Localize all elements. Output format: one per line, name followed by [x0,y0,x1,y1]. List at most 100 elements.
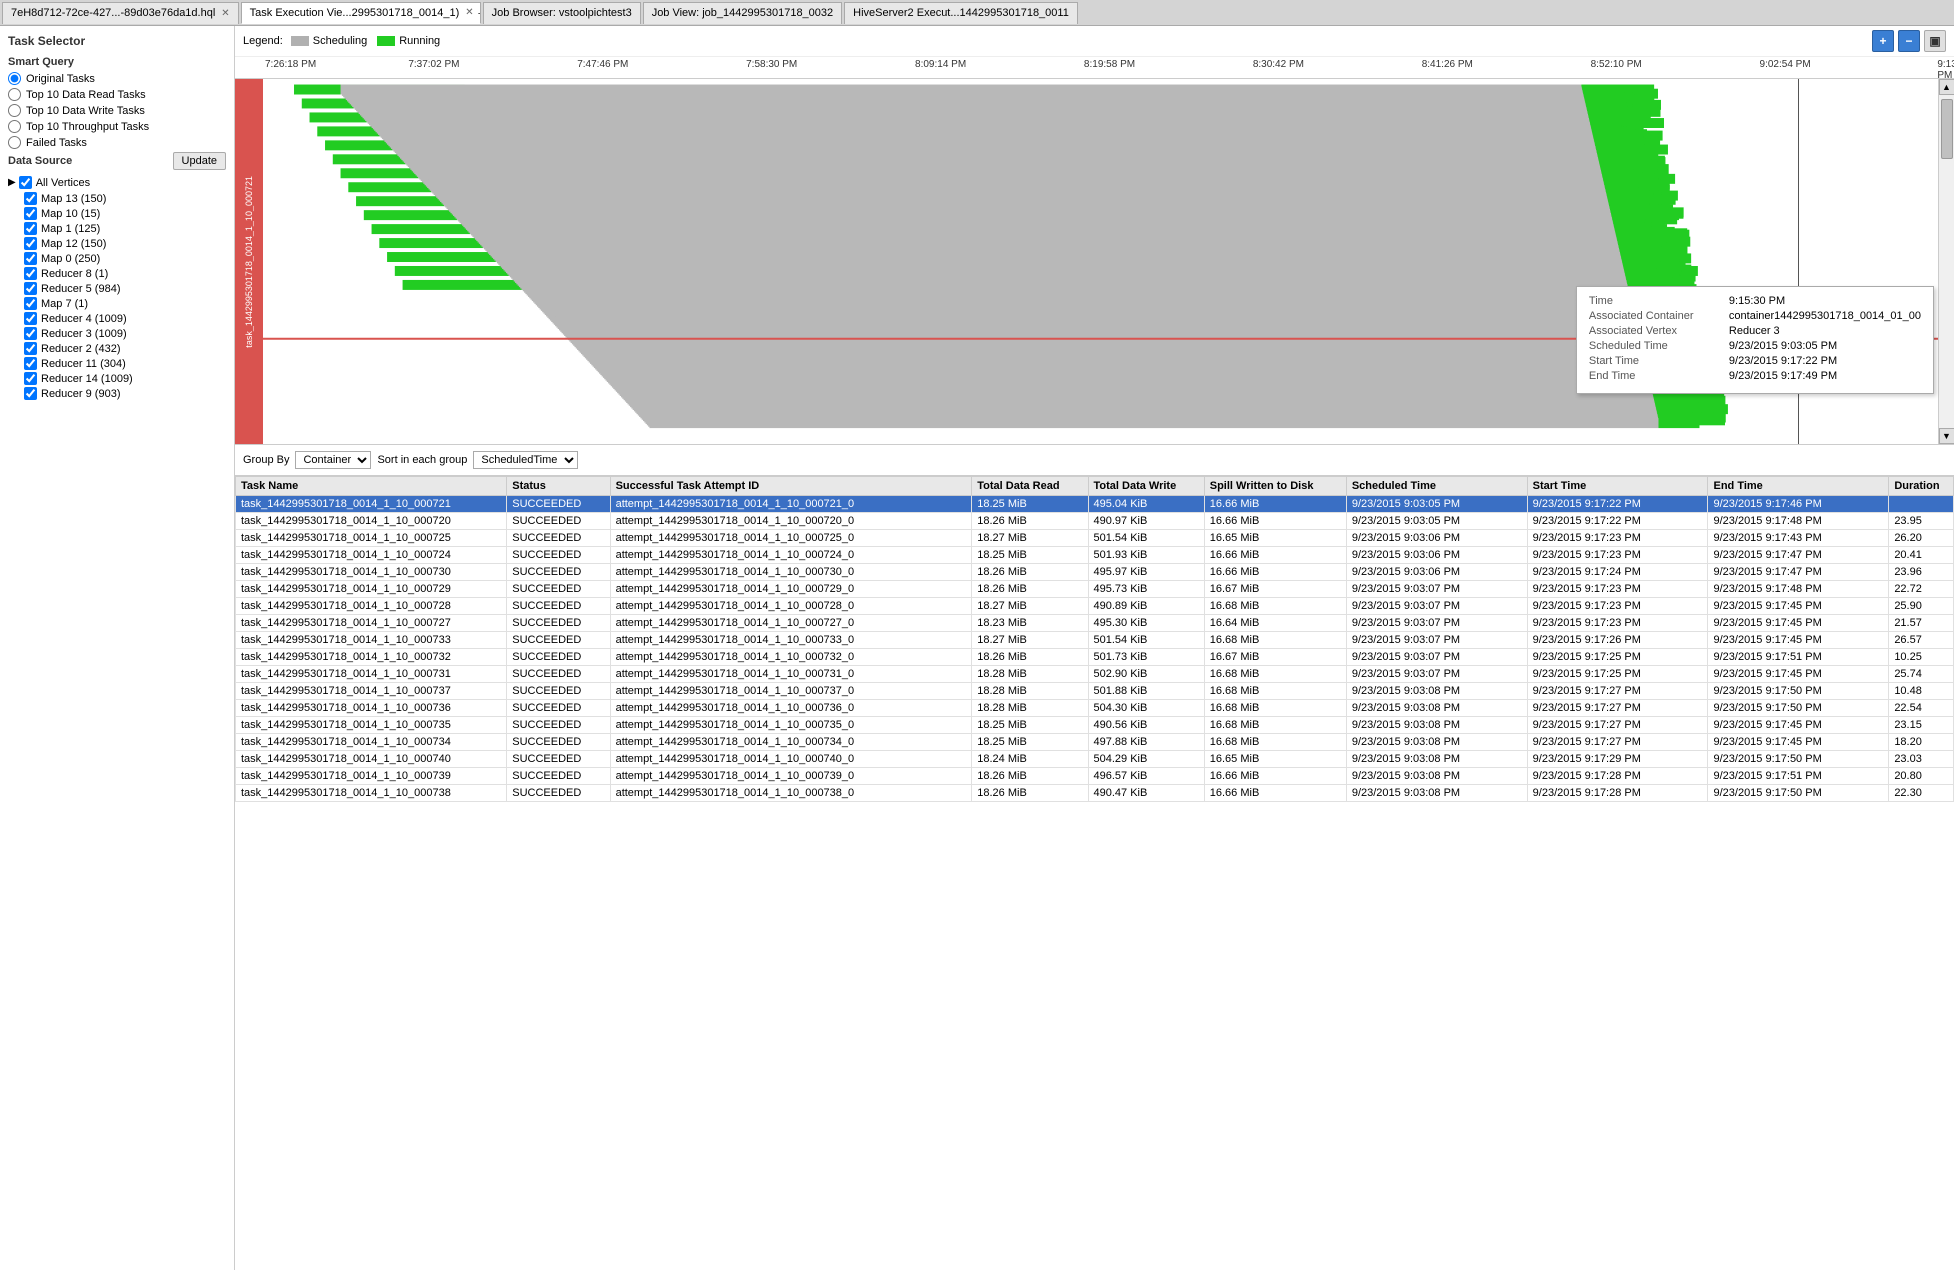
table-row[interactable]: task_1442995301718_0014_1_10_000730SUCCE… [236,564,1954,581]
group-by-select[interactable]: Container [295,451,371,469]
table-row[interactable]: task_1442995301718_0014_1_10_000732SUCCE… [236,649,1954,666]
cell-8-1: SUCCEEDED [507,632,610,649]
vertex-item-11[interactable]: Reducer 11 (304) [8,357,226,370]
radio-top10-read[interactable]: Top 10 Data Read Tasks [8,88,226,101]
radio-top10-write[interactable]: Top 10 Data Write Tasks [8,104,226,117]
radio-original-tasks[interactable]: Original Tasks [8,72,226,85]
vertex-checkbox-0[interactable] [24,192,37,205]
vertex-all-parent[interactable]: ▶ All Vertices [8,176,226,189]
zoom-plus-button[interactable]: + [1872,30,1894,52]
vertex-checkbox-10[interactable] [24,342,37,355]
vertex-item-8[interactable]: Reducer 4 (1009) [8,312,226,325]
cell-17-8: 9/23/2015 9:17:50 PM [1708,785,1889,802]
running-color-swatch [377,36,395,46]
vertex-item-3[interactable]: Map 12 (150) [8,237,226,250]
radio-top10-throughput-input[interactable] [8,120,21,133]
tab-task-execution-close[interactable]: ✕ [465,7,473,18]
cell-6-9: 25.90 [1889,598,1954,615]
tab-file[interactable]: 7eH8d712-72ce-427...-89d03e76da1d.hql ✕ [2,2,239,24]
vertex-label-2: Map 1 (125) [41,223,100,235]
vertex-all-checkbox[interactable] [19,176,32,189]
table-row[interactable]: task_1442995301718_0014_1_10_000727SUCCE… [236,615,1954,632]
cell-7-4: 495.30 KiB [1088,615,1204,632]
vertex-checkbox-5[interactable] [24,267,37,280]
zoom-minus-button[interactable]: − [1898,30,1920,52]
cell-14-8: 9/23/2015 9:17:45 PM [1708,734,1889,751]
scroll-up-btn[interactable]: ▲ [1939,79,1954,95]
table-row[interactable]: task_1442995301718_0014_1_10_000740SUCCE… [236,751,1954,768]
vertex-item-12[interactable]: Reducer 14 (1009) [8,372,226,385]
cell-9-4: 501.73 KiB [1088,649,1204,666]
table-row[interactable]: task_1442995301718_0014_1_10_000734SUCCE… [236,734,1954,751]
cell-1-0: task_1442995301718_0014_1_10_000720 [236,513,507,530]
vertex-checkbox-3[interactable] [24,237,37,250]
table-row[interactable]: task_1442995301718_0014_1_10_000733SUCCE… [236,632,1954,649]
sort-label: Sort in each group [377,454,467,466]
table-row[interactable]: task_1442995301718_0014_1_10_000728SUCCE… [236,598,1954,615]
vertex-item-5[interactable]: Reducer 8 (1) [8,267,226,280]
radio-top10-throughput[interactable]: Top 10 Throughput Tasks [8,120,226,133]
vertex-checkbox-11[interactable] [24,357,37,370]
vertex-item-1[interactable]: Map 10 (15) [8,207,226,220]
vertex-item-7[interactable]: Map 7 (1) [8,297,226,310]
table-row[interactable]: task_1442995301718_0014_1_10_000738SUCCE… [236,785,1954,802]
table-row[interactable]: task_1442995301718_0014_1_10_000736SUCCE… [236,700,1954,717]
timeline-option-button[interactable]: ▣ [1924,30,1946,52]
vertex-item-9[interactable]: Reducer 3 (1009) [8,327,226,340]
cell-9-2: attempt_1442995301718_0014_1_10_000732_0 [610,649,972,666]
cell-7-7: 9/23/2015 9:17:23 PM [1527,615,1708,632]
vertex-checkbox-13[interactable] [24,387,37,400]
radio-top10-write-input[interactable] [8,104,21,117]
vertex-item-2[interactable]: Map 1 (125) [8,222,226,235]
vertex-checkbox-6[interactable] [24,282,37,295]
vertex-item-0[interactable]: Map 13 (150) [8,192,226,205]
vertex-checkbox-4[interactable] [24,252,37,265]
vertex-checkbox-1[interactable] [24,207,37,220]
vertex-item-6[interactable]: Reducer 5 (984) [8,282,226,295]
radio-top10-read-input[interactable] [8,88,21,101]
tab-hiveserver[interactable]: HiveServer2 Execut...1442995301718_0011 [844,2,1078,24]
update-button[interactable]: Update [173,152,226,170]
vertex-label-7: Map 7 (1) [41,298,88,310]
scroll-thumb[interactable] [1941,99,1953,159]
cell-13-8: 9/23/2015 9:17:45 PM [1708,717,1889,734]
add-tab-btn[interactable]: + [478,5,481,21]
table-row[interactable]: task_1442995301718_0014_1_10_000720SUCCE… [236,513,1954,530]
radio-failed-tasks[interactable]: Failed Tasks [8,136,226,149]
tab-file-close[interactable]: ✕ [221,8,229,19]
table-row[interactable]: task_1442995301718_0014_1_10_000737SUCCE… [236,683,1954,700]
tree-expand-icon[interactable]: ▶ [8,177,16,188]
tab-job-view[interactable]: Job View: job_1442995301718_0032 [643,2,842,24]
vertex-item-4[interactable]: Map 0 (250) [8,252,226,265]
vertex-checkbox-9[interactable] [24,327,37,340]
vertex-checkbox-12[interactable] [24,372,37,385]
vertex-item-13[interactable]: Reducer 9 (903) [8,387,226,400]
v-scrollbar[interactable]: ▲ ▼ [1938,79,1954,444]
cell-3-3: 18.25 MiB [972,547,1088,564]
vertex-item-10[interactable]: Reducer 2 (432) [8,342,226,355]
group-by-label: Group By [243,454,289,466]
radio-failed-tasks-input[interactable] [8,136,21,149]
vertex-checkbox-2[interactable] [24,222,37,235]
cell-11-1: SUCCEEDED [507,683,610,700]
cell-12-1: SUCCEEDED [507,700,610,717]
radio-original-tasks-input[interactable] [8,72,21,85]
tab-task-execution[interactable]: Task Execution Vie...2995301718_0014_1) … [241,2,481,24]
table-row[interactable]: task_1442995301718_0014_1_10_000731SUCCE… [236,666,1954,683]
vertex-checkbox-8[interactable] [24,312,37,325]
cell-0-1: SUCCEEDED [507,496,610,513]
table-row[interactable]: task_1442995301718_0014_1_10_000729SUCCE… [236,581,1954,598]
table-row[interactable]: task_1442995301718_0014_1_10_000735SUCCE… [236,717,1954,734]
vertex-label-13: Reducer 9 (903) [41,388,121,400]
tab-job-browser[interactable]: Job Browser: vstoolpichtest3 [483,2,641,24]
table-row[interactable]: task_1442995301718_0014_1_10_000739SUCCE… [236,768,1954,785]
scroll-down-btn[interactable]: ▼ [1939,428,1954,444]
time-label-0: 7:26:18 PM [265,59,316,70]
cell-12-3: 18.28 MiB [972,700,1088,717]
vertex-checkbox-7[interactable] [24,297,37,310]
tooltip-scheduled-label: Scheduled Time [1589,340,1729,352]
sort-select[interactable]: ScheduledTime [473,451,578,469]
table-row[interactable]: task_1442995301718_0014_1_10_000721SUCCE… [236,496,1954,513]
table-row[interactable]: task_1442995301718_0014_1_10_000725SUCCE… [236,530,1954,547]
table-row[interactable]: task_1442995301718_0014_1_10_000724SUCCE… [236,547,1954,564]
